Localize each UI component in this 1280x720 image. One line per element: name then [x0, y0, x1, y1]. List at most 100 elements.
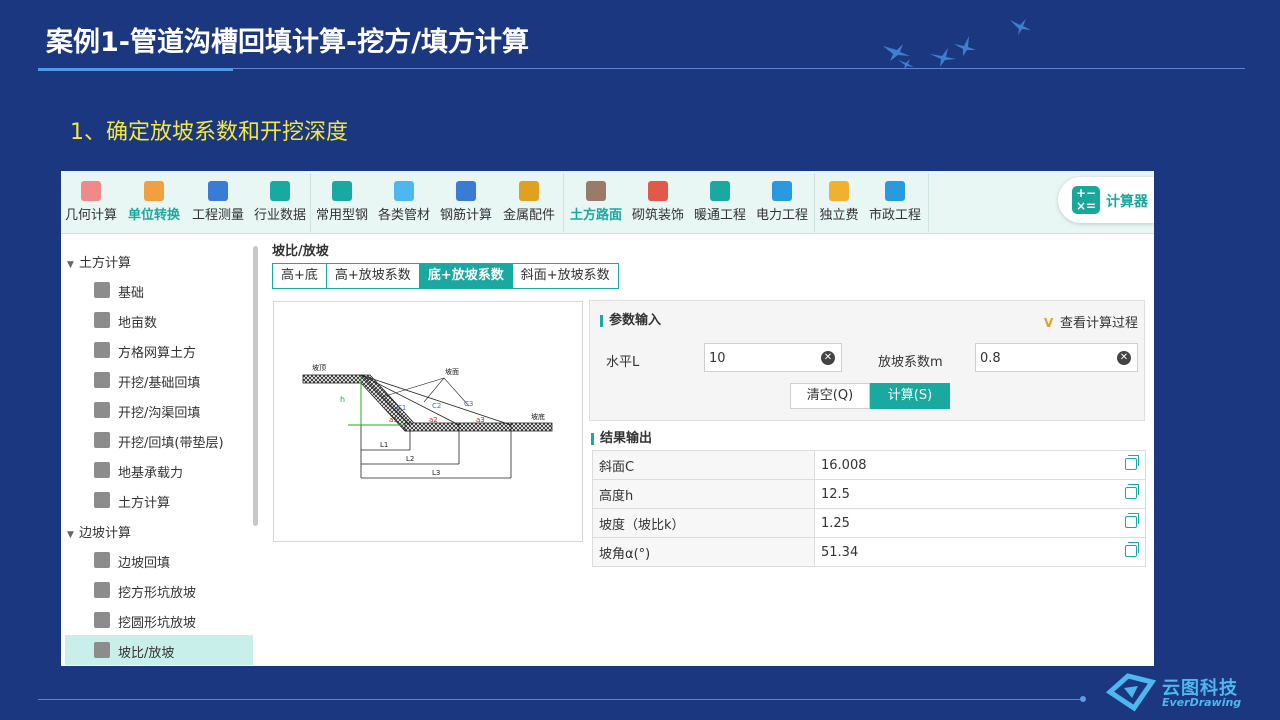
sidebar-item[interactable]: 土方计算 — [65, 485, 253, 515]
toolbar: 几何计算 单位转换 工程测量 行业数据 常用型钢 各类管材 钢筋计算 金属配件 土方路面 砌筑装饰… — [61, 171, 1154, 234]
slope-coef-input[interactable]: 0.8 ✕ — [975, 343, 1138, 372]
slope-coef-value: 0.8 — [980, 351, 1001, 366]
toolbar-item[interactable]: 市政工程 — [864, 171, 926, 234]
sidebar-item[interactable]: 坡比/放坡 — [65, 635, 253, 665]
view-process-link[interactable]: V 查看计算过程 — [1044, 312, 1138, 331]
slope-fill-icon — [94, 552, 110, 568]
result-cell: 12.5 — [814, 479, 1146, 509]
sidebar-item[interactable]: 方格网算土方 — [65, 335, 253, 365]
sidebar-item[interactable]: 开挖/沟渠回填 — [65, 395, 253, 425]
mode-tab[interactable]: 高+放坡系数 — [326, 264, 420, 288]
diagram-l3-label: L3 — [432, 469, 440, 477]
params-title: 参数输入 — [600, 314, 661, 327]
sidebar-item[interactable]: 挖方形坑放坡 — [65, 575, 253, 605]
result-label: 坡角α(°) — [592, 537, 815, 567]
toolbar-item-label: 暖通工程 — [693, 208, 746, 223]
toolbar-item[interactable]: 电力工程 — [751, 171, 813, 234]
sidebar-item-label: 开挖/基础回填 — [118, 376, 201, 391]
slope-diagram: 坡顶 坡面 坡底 h C1 C2 C3 a1 a2 a3 L1 L2 L3 — [273, 301, 583, 542]
slope-coef-label: 放坡系数m — [878, 355, 943, 370]
brand-logo: 云图科技 EverDrawing — [1105, 672, 1251, 712]
diagram-c1-label: C1 — [397, 404, 406, 412]
toolbar-item[interactable]: 行业数据 — [249, 171, 311, 234]
fitting-icon — [519, 181, 539, 201]
square-pit-icon — [94, 582, 110, 598]
toolbar-item-label: 各类管材 — [377, 208, 430, 223]
sidebar-item[interactable]: 边坡回填 — [65, 545, 253, 575]
result-value: 12.5 — [821, 486, 850, 502]
toolbar-item-label: 电力工程 — [755, 208, 808, 223]
birds-decoration-icon — [883, 19, 1031, 70]
footer-divider — [38, 699, 1084, 700]
sidebar-group[interactable]: ▼ 土方计算 — [67, 252, 131, 271]
toolbar-item[interactable]: 几何计算 — [61, 171, 121, 234]
sidebar-item[interactable]: 地亩数 — [65, 305, 253, 335]
clear-horizontal-icon[interactable]: ✕ — [821, 351, 835, 365]
toolbar-item-label: 市政工程 — [868, 208, 921, 223]
toolbar-item[interactable]: 单位转换 — [123, 171, 185, 234]
municipal-icon — [885, 181, 905, 201]
sidebar-item[interactable]: 开挖/基础回填 — [65, 365, 253, 395]
toolbar-item-label: 行业数据 — [253, 208, 306, 223]
toolbar-item[interactable]: 金属配件 — [497, 171, 561, 234]
toolbar-separator — [563, 173, 564, 232]
clear-button[interactable]: 清空(Q) — [790, 383, 870, 409]
toolbar-item[interactable]: 独立费 — [814, 171, 864, 234]
sidebar-item[interactable]: 开挖/回填(带垫层) — [65, 425, 253, 455]
sidebar-scrollbar[interactable] — [253, 246, 258, 526]
footer-dot — [1080, 696, 1086, 702]
horizontal-label: 水平L — [606, 355, 640, 370]
calculator-icon: +− ×= — [1072, 186, 1100, 214]
sidebar-group[interactable]: ▼ 边坡计算 — [67, 522, 131, 541]
toolbar-item-label: 砌筑装饰 — [631, 208, 684, 223]
copy-icon[interactable] — [1125, 484, 1139, 499]
toolbar-item[interactable]: 常用型钢 — [311, 171, 373, 234]
sidebar-group-label: 边坡计算 — [79, 526, 132, 541]
diagram-face-label: 坡面 — [445, 367, 459, 376]
copy-icon[interactable] — [1125, 542, 1139, 557]
sidebar-item[interactable]: 地基承载力 — [65, 455, 253, 485]
toolbar-item[interactable]: 各类管材 — [373, 171, 435, 234]
sidebar-item-label: 坡比/放坡 — [118, 646, 175, 661]
toolbar-item[interactable]: 土方路面 — [565, 171, 627, 234]
result-label: 斜面C — [592, 450, 815, 480]
cube-icon — [81, 181, 101, 201]
diagram-a1-label: a1 — [389, 416, 398, 424]
result-value: 16.008 — [821, 457, 867, 473]
toolbar-item[interactable]: 钢筋计算 — [435, 171, 497, 234]
mode-tab[interactable]: 斜面+放坡系数 — [512, 264, 618, 288]
toolbar-item[interactable]: 工程测量 — [187, 171, 249, 234]
mode-tab[interactable]: 高+底 — [273, 264, 327, 288]
bar-chart-icon — [270, 181, 290, 201]
unit-convert-icon — [144, 181, 164, 201]
mode-tab[interactable]: 底+放坡系数 — [419, 264, 513, 288]
result-label: 坡度（坡比k） — [592, 508, 815, 538]
sidebar-item-label: 挖方形坑放坡 — [118, 586, 197, 601]
toolbar-item-label: 常用型钢 — [315, 208, 368, 223]
diagram-c3-label: C3 — [464, 400, 473, 408]
result-cell: 1.25 — [814, 508, 1146, 538]
slide-title: 案例1-管道沟槽回填计算-挖方/填方计算 — [46, 27, 530, 58]
clear-slope-coef-icon[interactable]: ✕ — [1117, 351, 1131, 365]
sidebar-item[interactable]: 挖圆形坑放坡 — [65, 605, 253, 635]
title-divider-accent — [38, 68, 233, 71]
sidebar-item-label: 地亩数 — [118, 316, 158, 331]
sidebar-group-label: 土方计算 — [79, 256, 132, 271]
diagram-l2-label: L2 — [406, 455, 414, 463]
horizontal-input[interactable]: 10 ✕ — [704, 343, 842, 372]
sidebar-item[interactable]: 基础 — [65, 275, 253, 305]
toolbar-item[interactable]: 砌筑装饰 — [627, 171, 689, 234]
round-pit-icon — [94, 612, 110, 628]
result-value: 1.25 — [821, 515, 850, 531]
copy-icon[interactable] — [1125, 455, 1139, 470]
cushion-icon — [94, 432, 110, 448]
toolbar-item[interactable]: 暖通工程 — [689, 171, 751, 234]
results-table: 斜面C 16.008 高度h 12.5 坡度（坡比k） 1.25 坡角α(°) 51.34 — [592, 450, 1146, 567]
calculate-button[interactable]: 计算(S) — [870, 383, 950, 409]
toolbar-separator — [814, 173, 815, 232]
result-value: 51.34 — [821, 544, 859, 560]
copy-icon[interactable] — [1125, 513, 1139, 528]
process-icon: V — [1044, 316, 1054, 330]
calculator-button[interactable]: +− ×= 计算器 — [1058, 177, 1154, 223]
toolbar-separator — [928, 173, 929, 232]
